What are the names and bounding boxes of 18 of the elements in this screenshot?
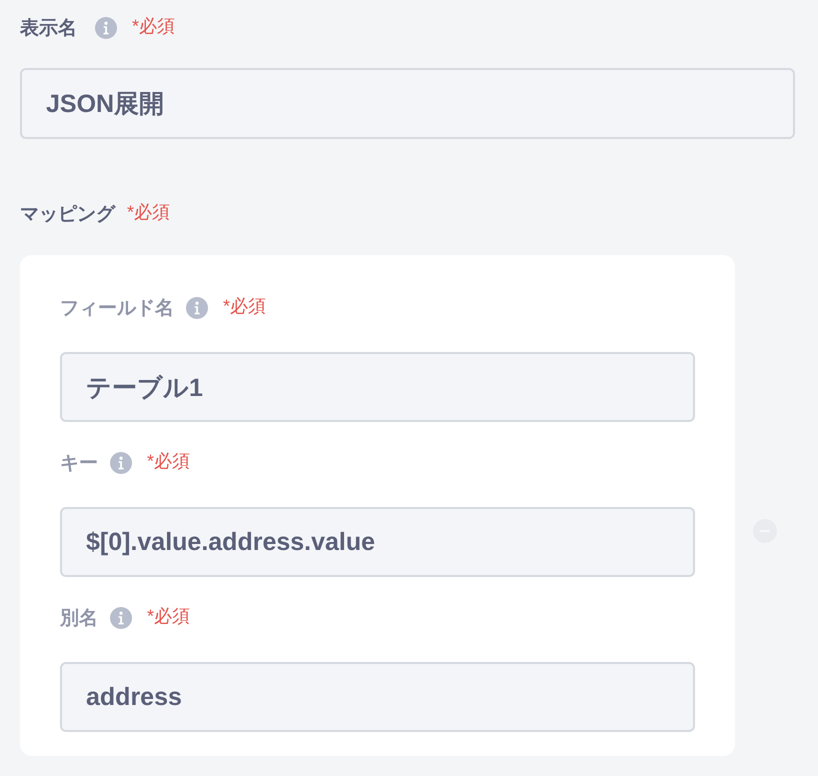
required-mark: *必須 (132, 15, 176, 38)
required-mark: *必須 (127, 201, 170, 224)
required-mark: *必須 (147, 450, 190, 473)
text-field[interactable]: $[0].value.address.value (60, 507, 695, 577)
text-field[interactable]: JSON展開 (20, 68, 795, 139)
required-mark: *必須 (147, 605, 190, 628)
field-label: フィールド名 (60, 297, 174, 321)
info-icon[interactable] (110, 452, 132, 474)
field-label: キー (60, 452, 98, 476)
field-label: 表示名 (20, 17, 77, 41)
section-label: マッピング (20, 203, 115, 227)
text-field[interactable]: address (60, 662, 695, 732)
text-field[interactable]: テーブル1 (60, 352, 695, 422)
info-icon[interactable] (95, 17, 117, 39)
info-icon[interactable] (110, 607, 132, 629)
info-icon[interactable] (186, 297, 208, 319)
field-label: 別名 (60, 607, 98, 631)
required-mark: *必須 (223, 295, 266, 318)
